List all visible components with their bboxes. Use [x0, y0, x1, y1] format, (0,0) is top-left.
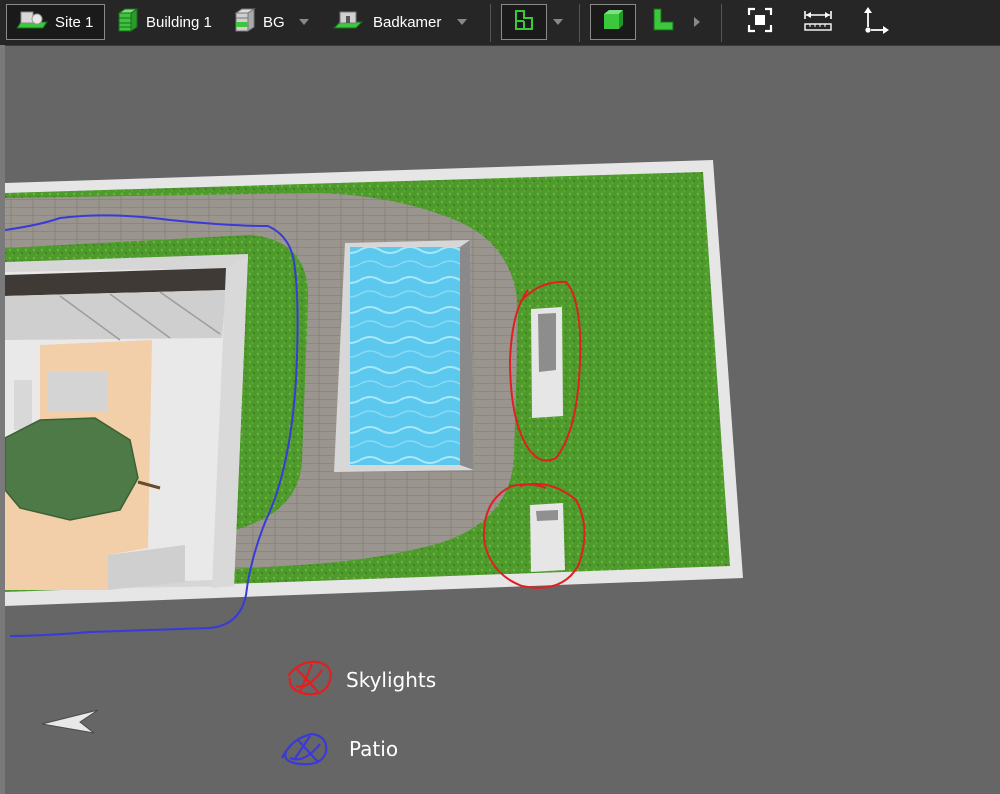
- scene: [5, 160, 743, 766]
- building-icon: [116, 7, 140, 37]
- level-label: BG: [263, 13, 285, 31]
- 3d-viewport[interactable]: [5, 45, 1000, 794]
- cube-icon: [601, 8, 625, 36]
- toolbar-separator: [721, 4, 722, 42]
- floorplan-icon: [512, 8, 536, 36]
- measure-icon: [803, 6, 833, 38]
- site-selector[interactable]: Site 1: [6, 4, 105, 40]
- navigation-arrow-icon[interactable]: [41, 709, 99, 734]
- skylights-legend-swatch: [287, 660, 332, 696]
- axes-button[interactable]: [858, 4, 894, 40]
- room-label: Badkamer: [373, 13, 442, 31]
- site-icon: [13, 8, 49, 36]
- plan-view-dropdown[interactable]: [551, 4, 565, 40]
- top-toolbar: Site 1 Building 1 BG Badkamer: [0, 0, 1000, 46]
- building-label: Building 1: [146, 13, 212, 31]
- measure-button[interactable]: [800, 4, 836, 40]
- patio-legend-swatch: [281, 732, 328, 766]
- chevron-right-icon: [694, 17, 700, 27]
- patio-legend-label: Patio: [349, 737, 399, 761]
- chevron-down-icon: [553, 19, 563, 25]
- level-dropdown-icon[interactable]: [298, 19, 309, 25]
- patio-furniture: [14, 380, 32, 430]
- site-label: Site 1: [55, 13, 94, 31]
- room-icon: [332, 8, 364, 36]
- building-selector[interactable]: Building 1: [116, 4, 220, 40]
- l-shape-icon: [650, 7, 676, 37]
- level-icon: [233, 7, 257, 37]
- toolbar-separator: [490, 4, 491, 42]
- skylights-legend-label: Skylights: [346, 668, 437, 692]
- patio-furniture: [48, 372, 108, 412]
- fit-view-button[interactable]: [742, 4, 778, 40]
- axes-icon: [861, 5, 891, 39]
- wall-tool-button[interactable]: [646, 4, 680, 40]
- view-3d-button[interactable]: [590, 4, 636, 40]
- fit-view-icon: [746, 6, 774, 38]
- level-selector[interactable]: BG: [233, 4, 313, 40]
- toolbar-separator: [579, 4, 580, 42]
- room-dropdown-icon[interactable]: [457, 19, 468, 25]
- room-selector[interactable]: Badkamer: [332, 4, 473, 40]
- tree-canopy: [5, 417, 139, 521]
- pool-water: [350, 247, 460, 465]
- wall-tool-expand[interactable]: [690, 4, 704, 40]
- plan-view-button[interactable]: [501, 4, 547, 40]
- skylight-upper-glass: [538, 313, 556, 372]
- skylight-lower-glass: [536, 510, 558, 521]
